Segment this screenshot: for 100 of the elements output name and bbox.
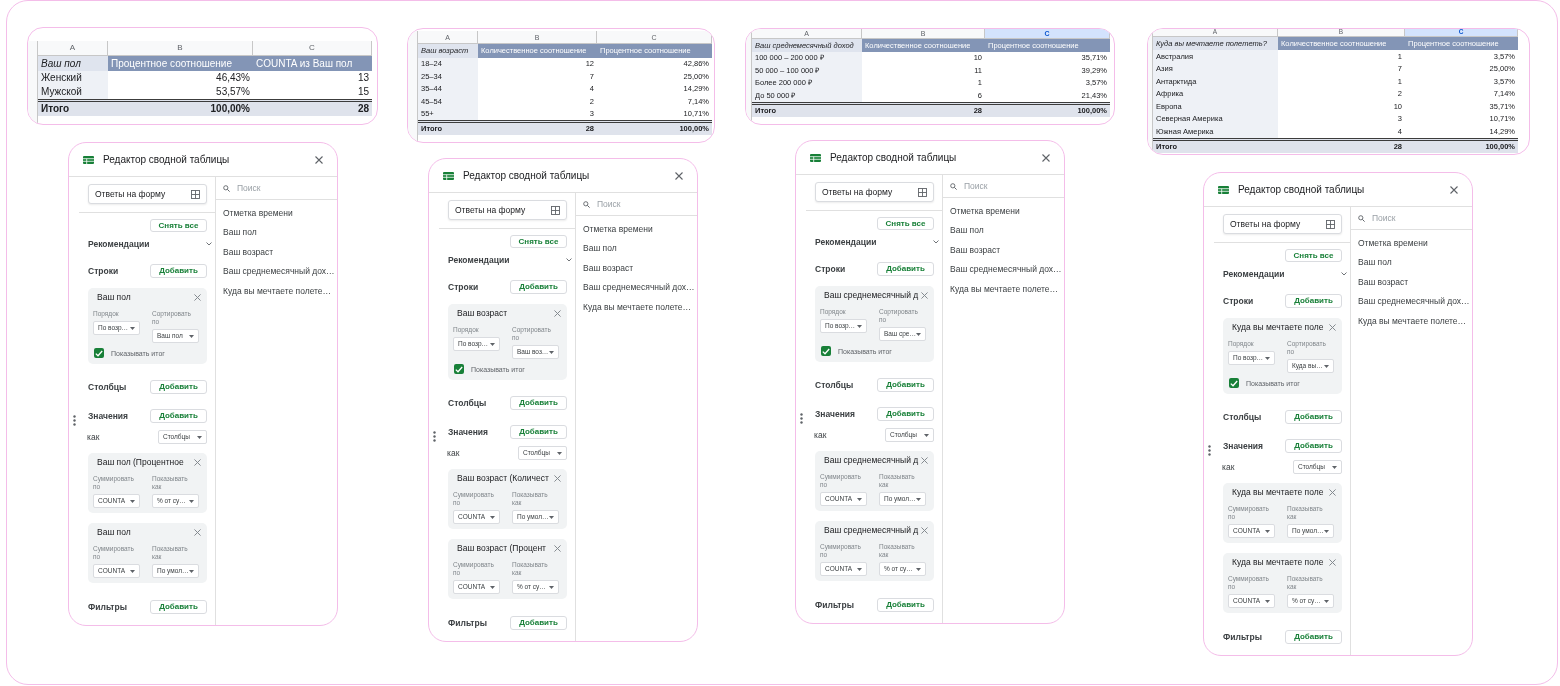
field-list-item[interactable]: Ваш пол [583,244,617,253]
close-icon[interactable] [1042,153,1050,162]
close-icon[interactable] [921,292,928,299]
field-list-item[interactable]: Ваш пол [1358,258,1392,267]
grid-icon[interactable] [1326,219,1335,229]
caret-icon [857,497,862,501]
grid-icon[interactable] [551,205,560,215]
column-letter-header[interactable]: A [38,41,108,56]
add-button[interactable]: Добавить [150,600,207,614]
show-totals-checkbox[interactable] [1229,378,1239,388]
add-button[interactable]: Добавить [1285,410,1342,424]
drag-handle-icon[interactable] [433,430,436,442]
close-icon[interactable] [194,294,201,301]
field-list-item[interactable]: Ваш пол [950,226,984,235]
clear-all-button[interactable]: Снять все [510,235,567,248]
drag-handle-icon[interactable] [800,412,803,424]
close-icon[interactable] [554,310,561,317]
add-button[interactable]: Добавить [877,407,934,421]
field-list-item[interactable]: Ваш среднемесячный дох… [583,283,695,292]
close-icon[interactable] [1329,324,1336,331]
spreadsheet-icon [83,155,94,164]
close-icon[interactable] [554,475,561,482]
field-list-item[interactable]: Куда вы мечтаете полете… [583,302,692,311]
clear-all-button[interactable]: Снять все [150,219,207,232]
add-button[interactable]: Добавить [510,616,567,630]
close-icon[interactable] [1329,489,1336,496]
data-range-field[interactable]: Ответы на форму [815,182,934,202]
clear-all-button[interactable]: Снять все [877,217,934,230]
field-list-item[interactable]: Ваш возраст [223,247,274,256]
section-label: Столбцы [815,380,854,390]
close-icon[interactable] [675,171,683,180]
search-input[interactable]: Поиск [237,181,327,195]
spreadsheet-icon [443,171,454,180]
chevron-down-icon[interactable] [206,242,212,246]
field-list-item[interactable]: Куда вы мечтаете полете… [223,286,332,295]
add-button[interactable]: Добавить [1285,294,1342,308]
field-list-item[interactable]: Ваш среднемесячный дох… [1358,297,1470,306]
field-list-item[interactable]: Отметка времени [583,224,653,233]
show-totals-checkbox[interactable] [821,346,831,356]
pivot-header-cell: Процентное соотношение [108,56,253,71]
field-card-title: Ваш возраст (Количест [457,474,549,483]
search-input[interactable]: Поиск [597,197,687,211]
add-button[interactable]: Добавить [150,380,207,394]
caret-icon [549,585,554,589]
data-range-field[interactable]: Ответы на форму [448,200,567,220]
section-label: Строки [815,264,846,274]
field-list-item[interactable]: Ваш возраст [583,263,634,272]
close-icon[interactable] [1450,185,1458,194]
field-list-item[interactable]: Ваш возраст [950,245,1001,254]
chevron-down-icon[interactable] [1341,272,1347,276]
field-list-item[interactable]: Отметка времени [950,206,1020,215]
chevron-down-icon[interactable] [566,258,572,262]
chevron-down-icon[interactable] [933,240,939,244]
pivot-header-cell: COUNTA из Ваш пол [253,56,372,71]
data-range-field[interactable]: Ответы на форму [88,184,207,204]
add-button[interactable]: Добавить [877,262,934,276]
add-button[interactable]: Добавить [510,425,567,439]
close-icon[interactable] [194,529,201,536]
close-icon[interactable] [315,155,323,164]
field-list-item[interactable]: Ваш среднемесячный дох… [223,267,335,276]
field-list-item[interactable]: Ваш среднемесячный дох… [950,265,1062,274]
add-button[interactable]: Добавить [1285,630,1342,644]
caret-icon [189,569,194,573]
field-list-item[interactable]: Ваш возраст [1358,277,1409,286]
add-button[interactable]: Добавить [510,396,567,410]
close-icon[interactable] [921,457,928,464]
caret-icon [130,326,135,330]
drag-handle-icon[interactable] [1208,444,1211,456]
close-icon[interactable] [554,545,561,552]
caret-icon [1324,529,1329,533]
add-button[interactable]: Добавить [1285,439,1342,453]
field-card-title: Куда вы мечтаете поле [1232,488,1324,497]
field-list-item[interactable]: Куда вы мечтаете полете… [1358,316,1467,325]
layout-label: как [447,448,460,458]
clear-all-button[interactable]: Снять все [1285,249,1342,262]
caret-icon [1324,364,1329,368]
add-button[interactable]: Добавить [150,264,207,278]
table-cell: Женский [38,71,108,85]
column-letter-header[interactable]: B [108,41,253,56]
add-button[interactable]: Добавить [877,378,934,392]
close-icon[interactable] [921,527,928,534]
grid-icon[interactable] [918,187,927,197]
field-list-item[interactable]: Отметка времени [223,208,293,217]
add-button[interactable]: Добавить [877,598,934,612]
layout-label: как [1222,462,1235,472]
field-list-item[interactable]: Куда вы мечтаете полете… [950,284,1059,293]
data-range-field[interactable]: Ответы на форму [1223,214,1342,234]
grid-icon[interactable] [191,189,200,199]
search-input[interactable]: Поиск [964,179,1054,193]
show-totals-checkbox[interactable] [94,348,104,358]
close-icon[interactable] [194,459,201,466]
field-list-item[interactable]: Отметка времени [1358,238,1428,247]
close-icon[interactable] [1329,559,1336,566]
drag-handle-icon[interactable] [73,414,76,426]
search-input[interactable]: Поиск [1372,211,1462,225]
column-letter-header[interactable]: C [253,41,372,56]
add-button[interactable]: Добавить [150,409,207,423]
field-list-item[interactable]: Ваш пол [223,228,257,237]
show-totals-checkbox[interactable] [454,364,464,374]
add-button[interactable]: Добавить [510,280,567,294]
